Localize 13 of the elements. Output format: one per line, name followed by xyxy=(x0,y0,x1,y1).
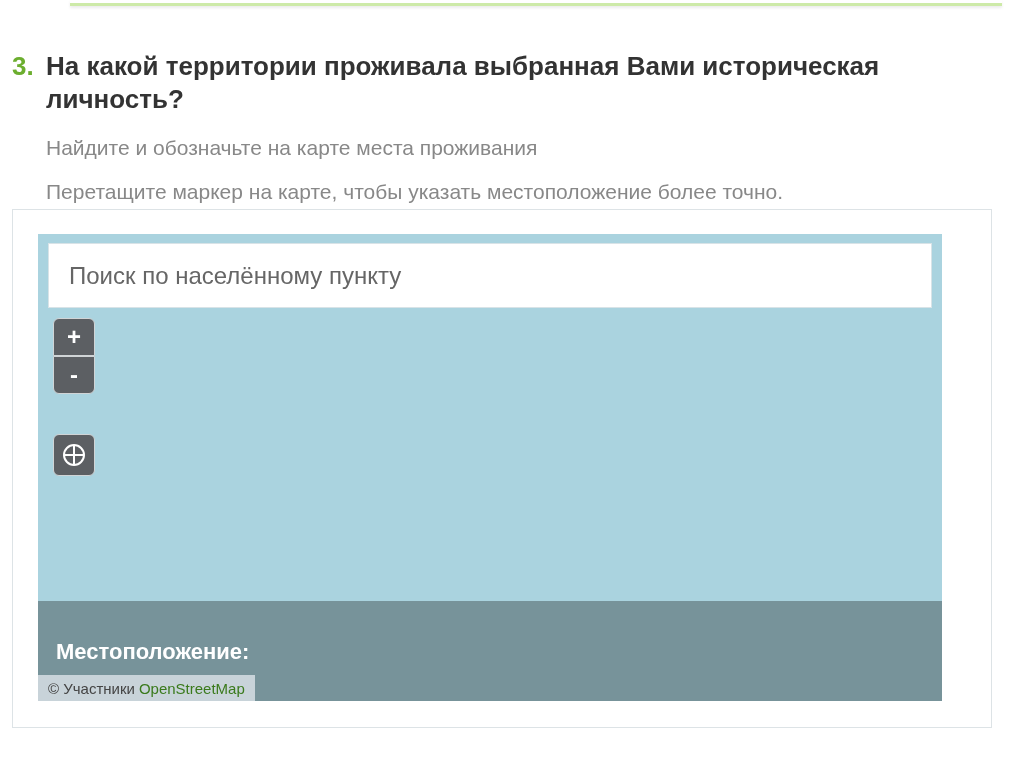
question-number: 3. xyxy=(12,50,35,83)
locate-button[interactable] xyxy=(53,434,95,476)
zoom-out-button[interactable]: - xyxy=(53,356,95,394)
crosshair-icon xyxy=(62,443,86,467)
search-field[interactable]: Поиск по населённому пункту xyxy=(48,243,932,308)
map-view[interactable]: Поиск по населённому пункту + - Местоположение: © Участники OpenStreetMap xyxy=(38,234,942,701)
attribution-text: © Участники xyxy=(48,679,135,697)
zoom-in-button[interactable]: + xyxy=(53,318,95,356)
location-label: Местоположение: xyxy=(56,639,250,665)
question-title: На какой территории проживала выбранная Вами историческая личность? xyxy=(46,50,881,116)
hint-text: Найдите и обозначьте на карте места проживания xyxy=(46,136,539,160)
attribution-link[interactable]: OpenStreetMap xyxy=(138,679,245,697)
hint-text: Перетащите маркер на карте, чтобы указать местоположение более точно. xyxy=(46,180,785,204)
